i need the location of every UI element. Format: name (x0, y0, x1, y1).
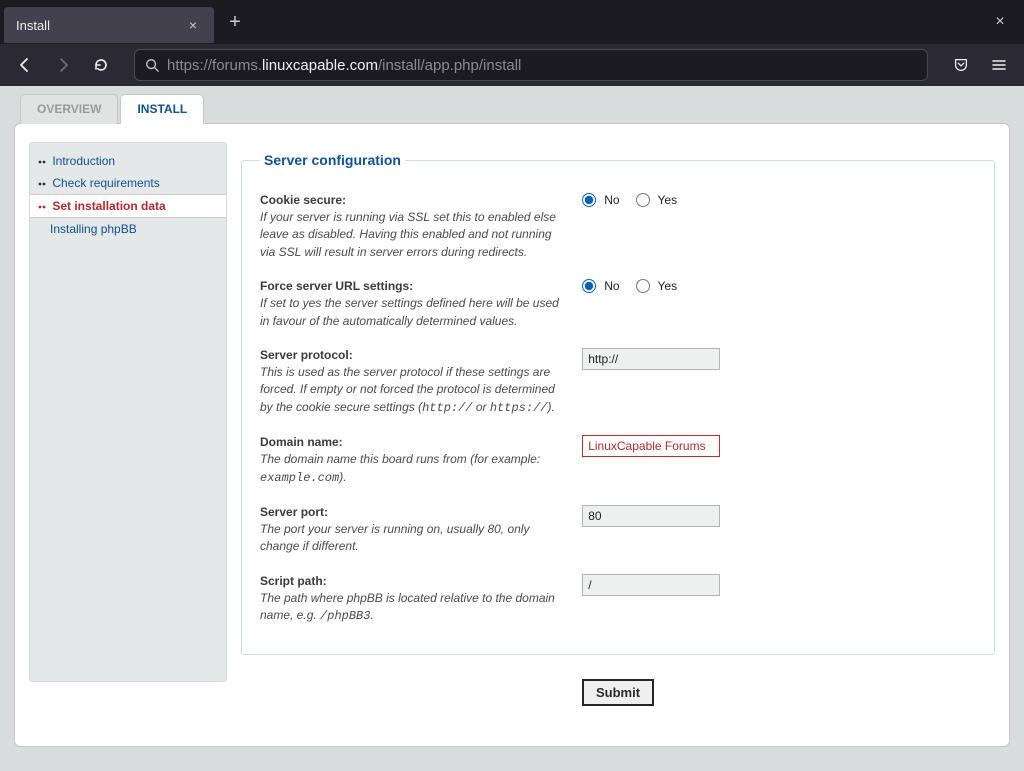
label-protocol: Server protocol: (260, 348, 353, 362)
window-close-icon[interactable]: × (980, 4, 1020, 40)
url-prefix: https://forums. (167, 57, 262, 74)
radio-label-no: No (604, 279, 619, 293)
desc-domain: The domain name this board runs from (fo… (260, 451, 566, 487)
bullet-icon (38, 203, 46, 211)
sidebar-item-introduction[interactable]: Introduction (30, 150, 226, 172)
page: OVERVIEW INSTALL Introduction Check requ… (0, 86, 1024, 771)
install-sidebar: Introduction Check requirements Set inst… (29, 142, 227, 682)
radio-label-yes: Yes (658, 193, 678, 207)
new-tab-button[interactable]: + (220, 7, 250, 37)
browser-tab[interactable]: Install × (4, 7, 214, 43)
sidebar-item-set-installation-data[interactable]: Set installation data (30, 194, 226, 218)
label-cookie-secure: Cookie secure: (260, 193, 346, 207)
radio-cookie-secure-yes[interactable] (636, 193, 650, 207)
page-tabs: OVERVIEW INSTALL (14, 94, 1010, 124)
field-script-path: Script path: The path where phpBB is loc… (260, 565, 976, 635)
field-force-server: Force server URL settings: If set to yes… (260, 270, 976, 339)
url-suffix: /install/app.php/install (378, 57, 521, 74)
submit-button[interactable]: Submit (582, 679, 654, 706)
pocket-button[interactable] (944, 48, 978, 82)
back-button[interactable] (8, 48, 42, 82)
sidebar-item-installing-phpbb[interactable]: Installing phpBB (30, 218, 226, 240)
field-port: Server port: The port your server is run… (260, 496, 976, 565)
field-cookie-secure: Cookie secure: If your server is running… (260, 184, 976, 270)
hamburger-icon (991, 57, 1007, 73)
input-domain[interactable] (582, 435, 720, 457)
desc-protocol: This is used as the server protocol if t… (260, 364, 566, 417)
url-bar[interactable]: https://forums.linuxcapable.com/install/… (134, 49, 928, 81)
server-configuration-fieldset: Server configuration Cookie secure: If y… (241, 152, 995, 655)
label-force-server: Force server URL settings: (260, 279, 413, 293)
forward-button (46, 48, 80, 82)
desc-port: The port your server is running on, usua… (260, 521, 566, 556)
desc-cookie-secure: If your server is running via SSL set th… (260, 209, 566, 261)
bullet-icon (38, 180, 46, 188)
radio-force-server-no[interactable] (582, 279, 596, 293)
browser-toolbar: https://forums.linuxcapable.com/install/… (0, 44, 1024, 86)
close-icon[interactable]: × (184, 16, 202, 34)
menu-button[interactable] (982, 48, 1016, 82)
label-port: Server port: (260, 505, 328, 519)
search-icon (145, 58, 159, 72)
radio-label-yes: Yes (658, 279, 678, 293)
sidebar-item-check-requirements[interactable]: Check requirements (30, 172, 226, 194)
radio-force-server-yes[interactable] (636, 279, 650, 293)
desc-script-path: The path where phpBB is located relative… (260, 590, 566, 626)
arrow-left-icon (17, 57, 33, 73)
input-protocol[interactable] (582, 348, 720, 370)
browser-tab-strip: Install × + × (0, 0, 1024, 44)
sidebar-link[interactable]: Introduction (52, 154, 115, 168)
reload-button[interactable] (84, 48, 118, 82)
tab-install[interactable]: INSTALL (120, 94, 204, 124)
label-script-path: Script path: (260, 574, 327, 588)
desc-force-server: If set to yes the server settings define… (260, 295, 566, 330)
sidebar-link[interactable]: Check requirements (52, 176, 159, 190)
main-panel: Introduction Check requirements Set inst… (14, 123, 1010, 747)
label-domain: Domain name: (260, 435, 343, 449)
field-domain: Domain name: The domain name this board … (260, 426, 976, 496)
input-script-path[interactable] (582, 574, 720, 596)
radio-label-no: No (604, 193, 619, 207)
input-port[interactable] (582, 505, 720, 527)
url-domain: linuxcapable.com (262, 57, 378, 74)
pocket-icon (952, 56, 970, 74)
sidebar-link[interactable]: Installing phpBB (50, 222, 137, 236)
submit-row: Submit (241, 679, 995, 706)
arrow-right-icon (55, 57, 71, 73)
reload-icon (93, 57, 109, 73)
field-protocol: Server protocol: This is used as the ser… (260, 339, 976, 426)
fieldset-legend: Server configuration (260, 152, 405, 168)
tab-overview[interactable]: OVERVIEW (20, 94, 118, 124)
bullet-icon (38, 158, 46, 166)
tab-title: Install (16, 18, 50, 33)
content-area: Server configuration Cookie secure: If y… (241, 142, 995, 706)
sidebar-link: Set installation data (52, 199, 165, 213)
radio-cookie-secure-no[interactable] (582, 193, 596, 207)
